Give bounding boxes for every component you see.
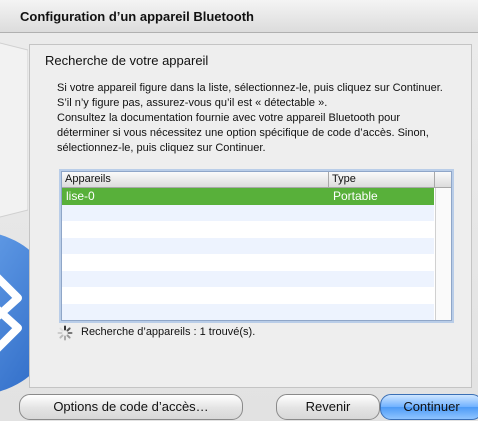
empty-row: [62, 303, 434, 320]
empty-row: [62, 287, 434, 304]
empty-row: [62, 204, 434, 221]
instructions: Si votre appareil figure dans la liste, …: [57, 81, 452, 156]
back-button[interactable]: Revenir: [276, 394, 380, 420]
title-bar: Configuration d’un appareil Bluetooth: [0, 0, 478, 33]
spinner-icon: [57, 325, 73, 341]
column-divider: [434, 172, 435, 187]
column-divider: [328, 172, 329, 187]
column-header-devices[interactable]: Appareils: [65, 173, 111, 185]
passcode-options-button[interactable]: Options de code d’accès…: [19, 394, 243, 420]
device-type-cell: Portable: [333, 189, 378, 203]
devices-table[interactable]: Appareils Type lise-0 Portable: [61, 171, 452, 321]
column-header-type[interactable]: Type: [332, 173, 356, 185]
panel-heading: Recherche de votre appareil: [45, 53, 209, 68]
bluetooth-artwork-top-icon: [0, 42, 28, 218]
instructions-paragraph-1: Si votre appareil figure dans la liste, …: [57, 82, 443, 109]
empty-row: [62, 270, 434, 287]
search-panel: Recherche de votre appareil Si votre app…: [29, 44, 472, 388]
table-rows: lise-0 Portable: [62, 188, 434, 320]
empty-row: [62, 237, 434, 254]
device-name-cell: lise-0: [66, 189, 95, 203]
window-title: Configuration d’un appareil Bluetooth: [20, 9, 254, 24]
vertical-scrollbar[interactable]: [435, 188, 451, 320]
status-text: Recherche d’appareils : 1 trouvé(s).: [81, 326, 256, 338]
empty-row: [62, 221, 434, 238]
empty-row: [62, 254, 434, 271]
continue-button[interactable]: Continuer: [380, 394, 478, 420]
instructions-paragraph-2: Consultez la documentation fournie avec …: [57, 112, 429, 154]
bluetooth-setup-window: Configuration d’un appareil Bluetooth Re…: [0, 0, 478, 421]
table-row[interactable]: lise-0 Portable: [62, 188, 434, 205]
table-header: Appareils Type: [62, 172, 451, 188]
